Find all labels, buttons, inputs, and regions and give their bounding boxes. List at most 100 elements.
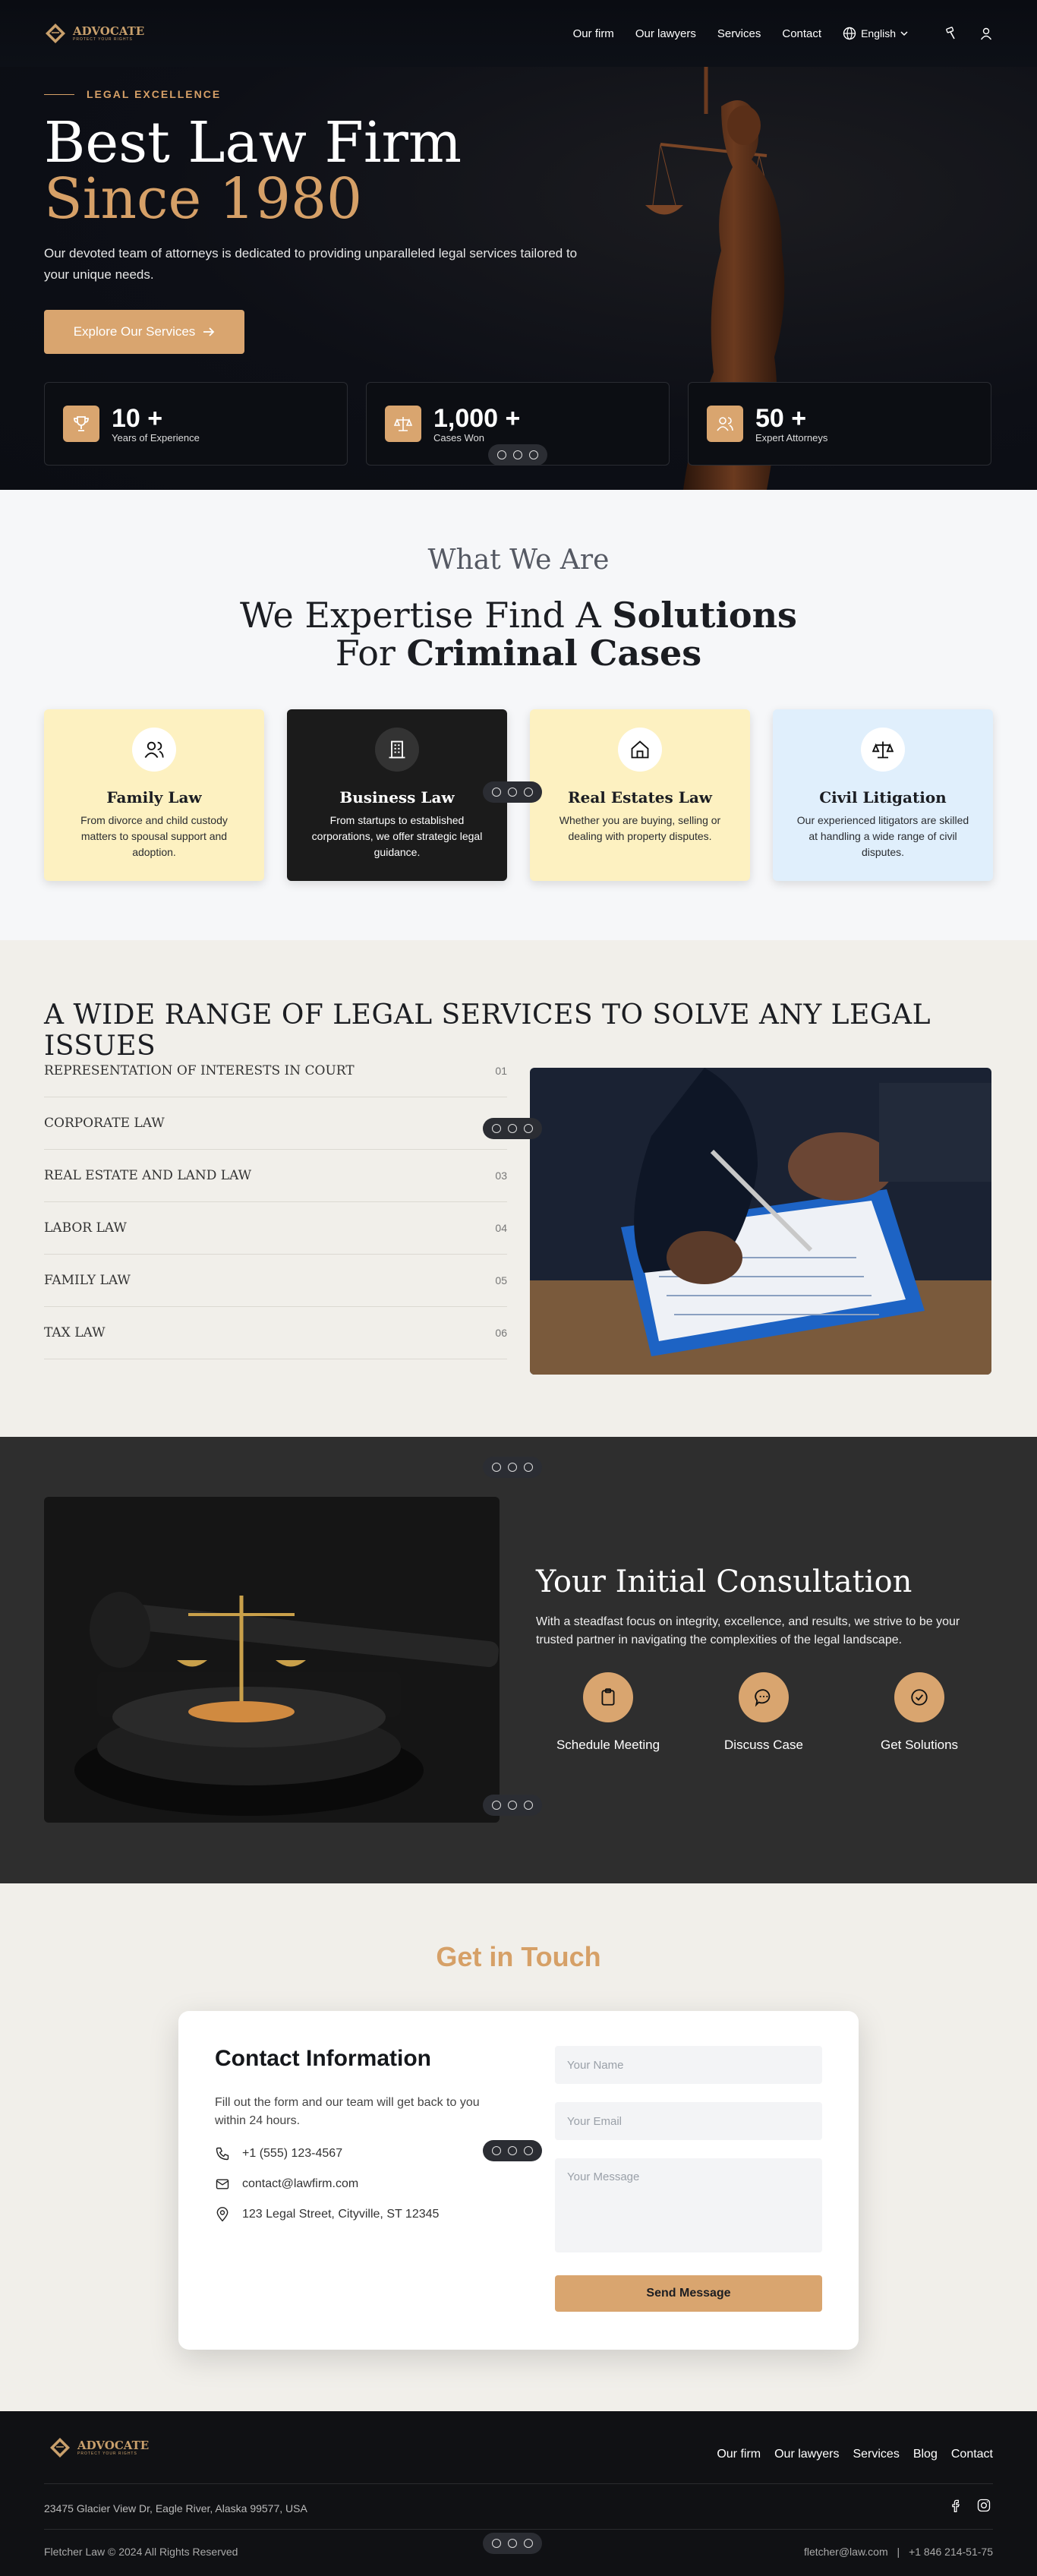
footer-phone[interactable]: +1 846 214-51-75	[909, 2546, 993, 2558]
user-icon[interactable]	[979, 27, 993, 40]
chevron-down-icon	[900, 31, 908, 36]
contact-phone[interactable]: +1 (555) 123-4567	[215, 2146, 342, 2161]
card-title: Civil Litigation	[819, 788, 947, 807]
contact-title: Contact Information	[215, 2046, 431, 2071]
footer-nav-our-firm[interactable]: Our firm	[717, 2448, 761, 2461]
eye-icon[interactable]	[512, 450, 522, 459]
contact-email[interactable]: contact@lawfirm.com	[215, 2177, 358, 2192]
footer-nav-our-lawyers[interactable]: Our lawyers	[774, 2448, 839, 2461]
footer-email[interactable]: fletcher@law.com	[804, 2546, 888, 2558]
scales-icon	[861, 728, 905, 772]
menu-icon[interactable]	[523, 1801, 533, 1810]
card-title: Family Law	[106, 788, 202, 807]
floating-toolbar[interactable]	[483, 781, 542, 803]
comment-icon[interactable]	[492, 2146, 502, 2155]
menu-icon[interactable]	[523, 2539, 533, 2548]
floating-toolbar[interactable]	[483, 2533, 542, 2554]
floating-toolbar[interactable]	[483, 1118, 542, 1139]
floating-toolbar[interactable]	[483, 2140, 542, 2161]
footer-nav-blog[interactable]: Blog	[913, 2448, 938, 2461]
menu-icon[interactable]	[523, 1124, 533, 1133]
menu-icon[interactable]	[528, 450, 538, 459]
comment-icon[interactable]	[492, 1463, 502, 1472]
footer-contact: fletcher@law.com | +1 846 214-51-75	[804, 2546, 993, 2558]
email-field[interactable]: Your Email	[555, 2102, 822, 2140]
comment-icon[interactable]	[492, 788, 502, 797]
send-message-label: Send Message	[646, 2287, 731, 2300]
phone-icon	[216, 2147, 229, 2161]
footer-nav-contact[interactable]: Contact	[951, 2448, 993, 2461]
message-field[interactable]: Your Message	[555, 2158, 822, 2252]
logo[interactable]: ADVOCATE PROTECT YOUR RIGHTS	[44, 22, 144, 45]
eye-icon[interactable]	[507, 1124, 517, 1133]
practice-card-real-estates-law[interactable]: Real Estates Law Whether you are buying,…	[530, 709, 750, 881]
email-placeholder: Your Email	[567, 2114, 622, 2128]
gavel-icon[interactable]	[944, 27, 958, 40]
eye-icon[interactable]	[507, 2539, 517, 2548]
contact-card: Contact Information Fill out the form an…	[178, 2011, 859, 2350]
footer-divider	[44, 2529, 993, 2530]
step-schedule-meeting[interactable]: Schedule Meeting	[551, 1672, 665, 1753]
send-message-button[interactable]: Send Message	[555, 2275, 822, 2312]
nav-our-lawyers[interactable]: Our lawyers	[635, 27, 696, 40]
trophy-icon	[63, 406, 99, 442]
stat-value: 10 +	[112, 403, 163, 433]
service-item[interactable]: LABOR LAW 04	[44, 1202, 507, 1255]
service-item[interactable]: FAMILY LAW 05	[44, 1255, 507, 1307]
contact-text: Fill out the form and our team will get …	[215, 2096, 480, 2127]
practice-card-family-law[interactable]: Family Law From divorce and child custod…	[44, 709, 264, 881]
practice-card-business-law[interactable]: Business Law From startups to establishe…	[287, 709, 507, 881]
floating-toolbar[interactable]	[483, 1795, 542, 1816]
what-we-are-section: What We Are We Expertise Find A Solution…	[0, 490, 1037, 940]
explore-services-button[interactable]: Explore Our Services	[44, 310, 244, 354]
eye-icon[interactable]	[507, 2146, 517, 2155]
footer-nav-services[interactable]: Services	[853, 2448, 899, 2461]
service-name: TAX LAW	[44, 1325, 106, 1340]
signing-document-photo	[530, 1068, 991, 1375]
nav-services[interactable]: Services	[717, 27, 761, 40]
floating-toolbar[interactable]	[483, 1457, 542, 1478]
comment-icon[interactable]	[492, 1801, 502, 1810]
tagline-rule	[44, 93, 74, 95]
service-name: REPRESENTATION OF INTERESTS IN COURT	[44, 1063, 355, 1078]
name-field[interactable]: Your Name	[555, 2046, 822, 2084]
language-selector[interactable]: English	[843, 27, 908, 40]
hero-description: Our devoted team of attorneys is dedicat…	[44, 246, 578, 282]
menu-icon[interactable]	[523, 2146, 533, 2155]
eye-icon[interactable]	[507, 1801, 517, 1810]
explore-services-label: Explore Our Services	[73, 324, 196, 339]
step-discuss-case[interactable]: Discuss Case	[707, 1672, 821, 1753]
scales-icon	[385, 406, 421, 442]
stat-label: Cases Won	[433, 431, 484, 444]
service-item[interactable]: CORPORATE LAW02	[44, 1097, 507, 1150]
comment-icon[interactable]	[492, 1124, 502, 1133]
practice-card-civil-litigation[interactable]: Civil Litigation Our experienced litigat…	[773, 709, 993, 881]
facebook-icon[interactable]	[948, 2498, 963, 2513]
stat-attorneys: 50 + Expert Attorneys	[688, 382, 991, 466]
stat-label: Expert Attorneys	[755, 431, 828, 444]
footer: ADVOCATE PROTECT YOUR RIGHTS Our firm Ou…	[0, 2411, 1037, 2576]
service-number: 05	[495, 1274, 507, 1286]
step-get-solutions[interactable]: Get Solutions	[862, 1672, 976, 1753]
nav-our-firm[interactable]: Our firm	[573, 27, 614, 40]
card-text: Whether you are buying, selling or deali…	[559, 814, 721, 842]
service-number: 04	[495, 1222, 507, 1234]
service-item[interactable]: TAX LAW 06	[44, 1307, 507, 1359]
logo-text: ADVOCATE	[77, 2438, 150, 2452]
service-item[interactable]: REAL ESTATE AND LAND LAW 03	[44, 1150, 507, 1202]
nav-contact[interactable]: Contact	[782, 27, 821, 40]
service-item[interactable]: REPRESENTATION OF INTERESTS IN COURT 01	[44, 1045, 507, 1097]
card-title: Real Estates Law	[568, 788, 712, 807]
phone-text: +1 (555) 123-4567	[242, 2147, 343, 2160]
eye-icon[interactable]	[507, 788, 517, 797]
instagram-icon[interactable]	[976, 2498, 991, 2513]
footer-logo[interactable]: ADVOCATE PROTECT YOUR RIGHTS	[49, 2436, 149, 2459]
menu-icon[interactable]	[523, 788, 533, 797]
footer-address: 23475 Glacier View Dr, Eagle River, Alas…	[44, 2502, 307, 2514]
comment-icon[interactable]	[492, 2539, 502, 2548]
logo-scales-icon	[46, 24, 65, 43]
eye-icon[interactable]	[507, 1463, 517, 1472]
floating-toolbar[interactable]	[488, 444, 547, 466]
menu-icon[interactable]	[523, 1463, 533, 1472]
comment-icon[interactable]	[497, 450, 507, 459]
